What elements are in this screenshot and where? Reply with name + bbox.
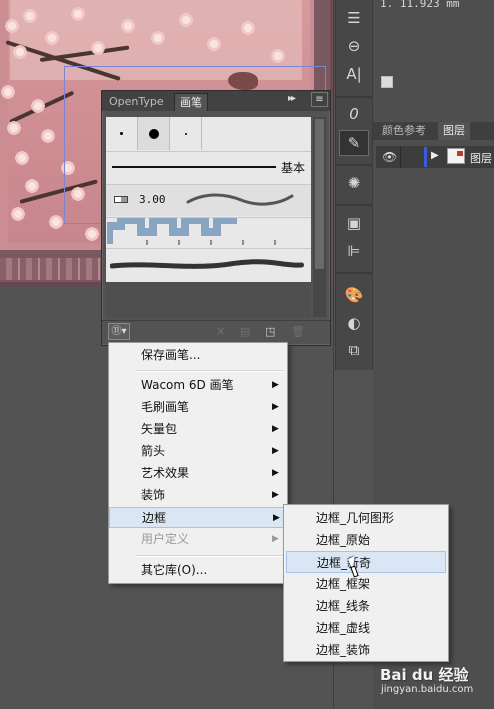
blossom (0, 84, 16, 100)
menu-item-artistic[interactable]: 艺术效果 ▶ (109, 463, 287, 484)
blossom (14, 150, 30, 166)
submenu-arrow-icon: ▶ (272, 534, 279, 544)
brush-libraries-menu-button[interactable]: ⑪▾ (108, 323, 130, 340)
menu-item-arrows[interactable]: 箭头 ▶ (109, 441, 287, 462)
blossom (44, 30, 60, 46)
menu-item-vector-packs[interactable]: 矢量包 ▶ (109, 419, 287, 440)
symbols-icon[interactable]: ✺ (339, 170, 369, 196)
submenu-item-dashed[interactable]: 边框_虚线 (286, 617, 446, 639)
blossom (90, 40, 106, 56)
layer-name[interactable]: 图层 (470, 150, 492, 166)
blossom (12, 44, 28, 60)
blossom (120, 18, 136, 34)
blossom (22, 8, 38, 24)
submenu-arrow-icon: ▶ (272, 380, 279, 390)
blossom (240, 20, 256, 36)
menu-separator (136, 555, 284, 557)
blossom (84, 226, 100, 242)
watermark-logo: Bai du 经验 (380, 666, 469, 684)
blossom (70, 6, 86, 22)
menu-item-bristle[interactable]: 毛刷画笔 ▶ (109, 397, 287, 418)
calligraphic-stroke-preview (186, 193, 294, 206)
blossom (40, 128, 56, 144)
blossom (206, 36, 222, 52)
submenu-arrow-icon: ▶ (272, 468, 279, 478)
link-icon[interactable]: ⊖ (339, 33, 369, 59)
basic-brush-stroke (112, 166, 276, 168)
menu-item-borders[interactable]: 边框 ▶ (109, 507, 287, 528)
brush-options-icon[interactable]: ▤ (240, 325, 250, 338)
submenu-item-decorative[interactable]: 边框_装饰 (286, 639, 446, 661)
swatches-palette-icon[interactable]: 🎨 (339, 282, 369, 308)
divider (336, 204, 372, 206)
tab-brushes[interactable]: 画笔 (174, 93, 208, 111)
remove-stroke-icon[interactable]: ✕ (216, 325, 225, 338)
brush-list-empty-area (106, 282, 311, 318)
menu-item-user-defined: 用户定义 ▶ (109, 529, 287, 550)
divider (336, 96, 372, 98)
blossom (24, 178, 40, 194)
watermark-url: jingyan.baidu.com (381, 684, 474, 695)
divider (336, 164, 372, 166)
option-checkbox[interactable] (381, 76, 393, 88)
visibility-eye-icon[interactable]: 👁 (382, 150, 397, 164)
panel-icon-strip: ☰ ⊖ A| 0 ✎ ✺ ▣ ⊫ 🎨 ◐ ⧉ (335, 0, 373, 370)
blossom (30, 98, 46, 114)
calligraphic-brush-icon (114, 196, 128, 203)
expand-arrow-icon[interactable]: ▶ (431, 150, 439, 161)
menu-item-wacom[interactable]: Wacom 6D 画笔 ▶ (109, 375, 287, 396)
divider (400, 146, 401, 168)
calligraphic-size-value: 3.00 (139, 193, 166, 206)
submenu-item-geometric[interactable]: 边框_几何图形 (286, 507, 446, 529)
layer-thumbnail (447, 148, 465, 164)
submenu-arrow-icon: ▶ (272, 490, 279, 500)
character-icon[interactable]: A| (339, 61, 369, 87)
submenu-arrow-icon: ▶ (272, 424, 279, 434)
brush-swatch-small-dot[interactable] (106, 117, 138, 150)
blossom (6, 120, 22, 136)
brushes-icon[interactable]: ✎ (339, 130, 369, 156)
menu-item-save-brushes[interactable]: 保存画笔... (109, 345, 287, 366)
layer-color-swatch (424, 147, 427, 167)
menu-separator (136, 370, 284, 372)
brush-swatch-large-dot[interactable] (138, 117, 170, 150)
align-icon[interactable]: ⊫ (339, 238, 369, 264)
pattern-brush-preview (107, 218, 307, 246)
brush-swatch-tiny-dot[interactable] (170, 117, 202, 150)
measurement-readout: 1. 11.923 mm (380, 0, 460, 10)
pathfinder-icon[interactable]: ⧉ (339, 337, 369, 363)
submenu-item-lines[interactable]: 边框_线条 (286, 595, 446, 617)
blossom (150, 30, 166, 46)
blossom (10, 206, 26, 222)
menu-item-decorative[interactable]: 装饰 ▶ (109, 485, 287, 506)
tab-layers[interactable]: 图层 (438, 122, 470, 140)
basic-brush-label: 基本 (281, 161, 306, 175)
blossom (270, 48, 286, 64)
blossom (4, 18, 20, 34)
menu-item-other-library[interactable]: 其它库(O)... (109, 560, 287, 581)
opentype-icon[interactable]: 0 (339, 101, 369, 127)
menu-lines-icon[interactable]: ☰ (339, 5, 369, 31)
submenu-item-frames[interactable]: 边框_框架 (286, 573, 446, 595)
transparency-icon[interactable]: ◐ (339, 310, 369, 336)
brush-swatch-empty (202, 117, 311, 150)
panel-menu-button[interactable]: ≡ (311, 92, 328, 107)
blossom (178, 12, 194, 28)
submenu-arrow-icon: ▶ (272, 446, 279, 456)
divider (336, 272, 372, 274)
gradient-icon[interactable]: ▣ (339, 210, 369, 236)
submenu-item-primitive[interactable]: 边框_原始 (286, 529, 446, 551)
submenu-arrow-icon: ▶ (272, 402, 279, 412)
tab-color-guide[interactable]: 颜色参考 (377, 122, 431, 140)
blossom (48, 214, 64, 230)
tab-opentype[interactable]: OpenType (104, 93, 169, 110)
submenu-arrow-icon: ▶ (273, 513, 280, 523)
submenu-item-novelty[interactable]: 边框_新奇 (286, 551, 446, 573)
art-brush-stroke-preview (110, 259, 305, 269)
delete-brush-icon[interactable]: 🗑 (291, 325, 305, 338)
collapse-panel-icon[interactable]: ▸▸ (288, 93, 296, 104)
new-brush-icon[interactable]: ◳ (265, 325, 275, 338)
scrollbar-thumb[interactable] (315, 119, 324, 269)
